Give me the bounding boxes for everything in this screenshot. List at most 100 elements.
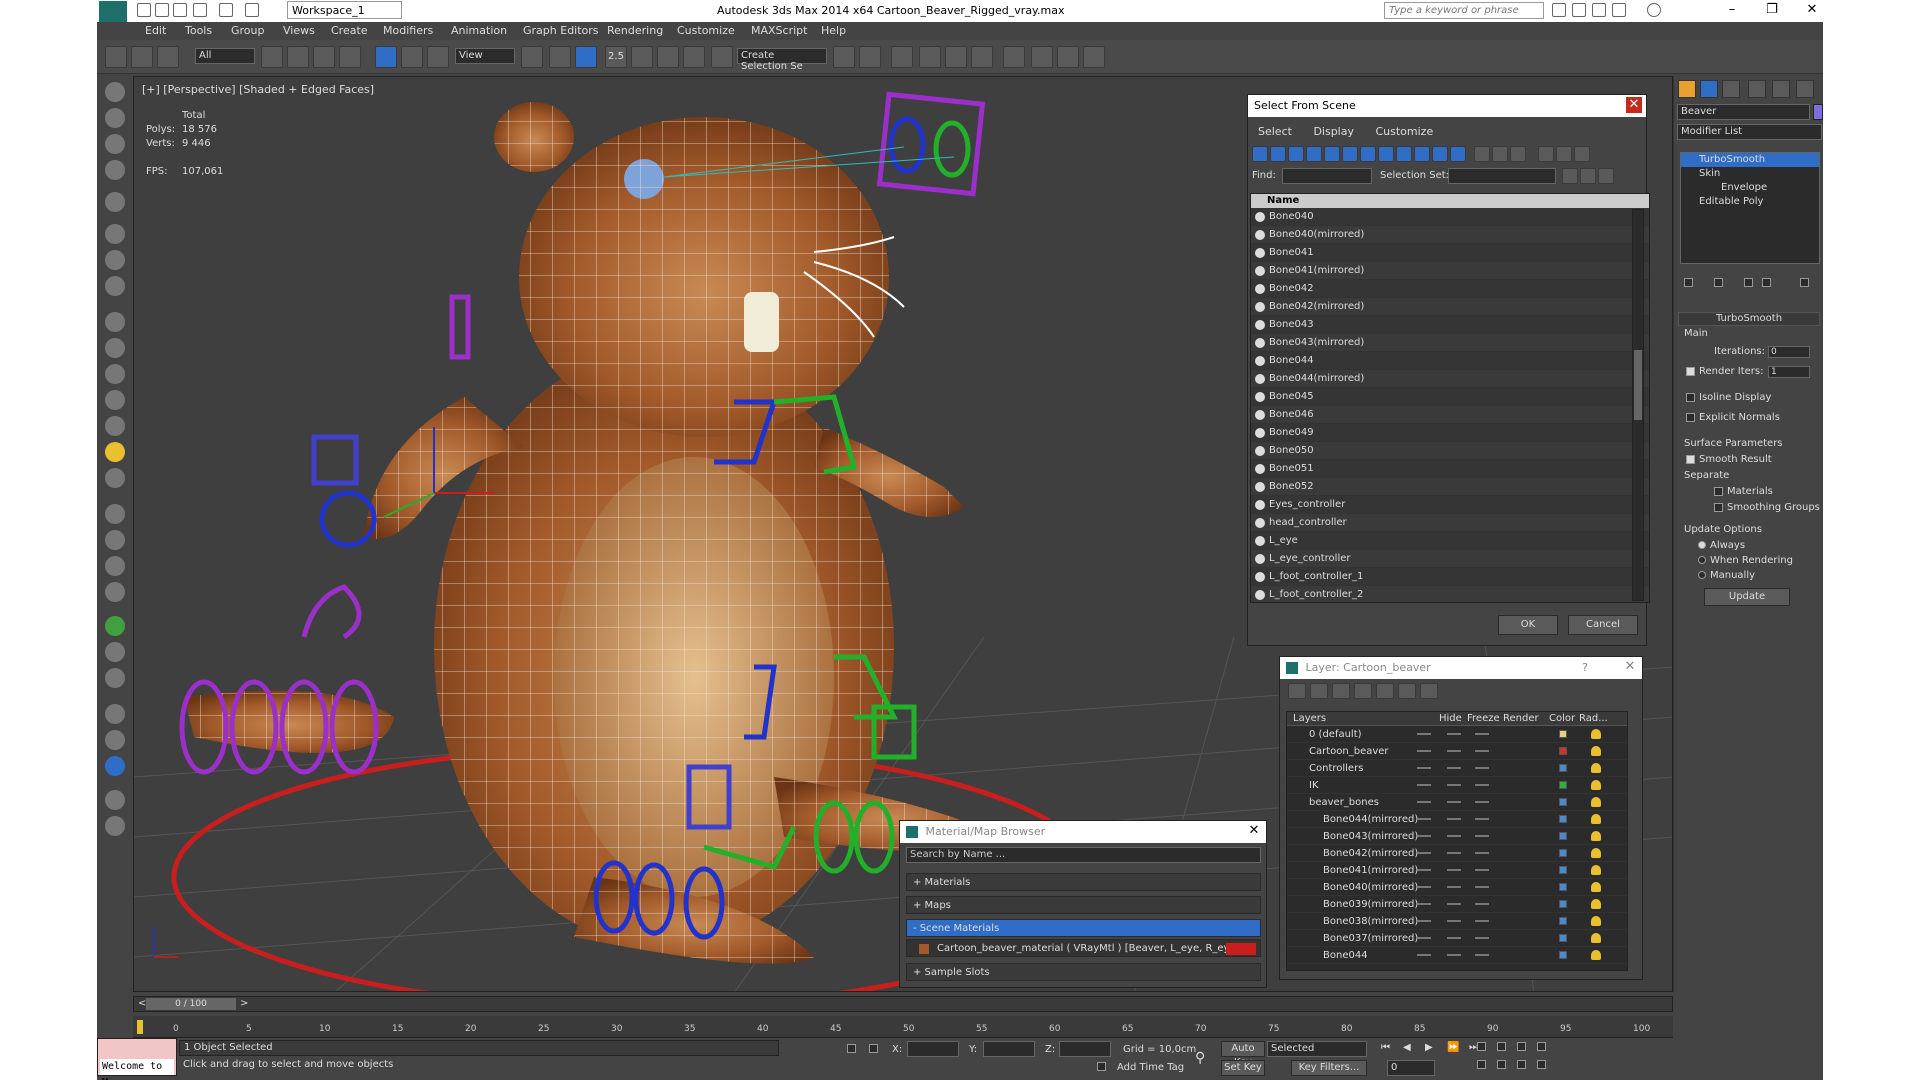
keyword-search-input[interactable]: Type a keyword or phrase xyxy=(1384,2,1544,19)
capsule-icon[interactable] xyxy=(105,530,125,550)
new-file-icon[interactable] xyxy=(137,3,151,17)
freeze-toggle[interactable] xyxy=(1447,937,1461,939)
motion-tab-icon[interactable] xyxy=(1748,80,1766,98)
scene-list-item[interactable]: L_eye_controller xyxy=(1251,550,1649,568)
x-coordinate-field[interactable] xyxy=(907,1041,959,1057)
hide-toggle[interactable] xyxy=(1417,784,1431,786)
pyramid-icon[interactable] xyxy=(105,556,125,576)
hide-toggle[interactable] xyxy=(1417,920,1431,922)
sun-icon[interactable] xyxy=(105,442,125,462)
freeze-toggle[interactable] xyxy=(1447,733,1461,735)
select-by-name-icon[interactable] xyxy=(287,46,309,68)
materials-group[interactable]: + Materials xyxy=(906,873,1261,891)
color-column[interactable]: Color xyxy=(1549,713,1575,724)
pan-view-icon[interactable] xyxy=(1497,1060,1506,1069)
spinner-snap-icon[interactable] xyxy=(683,46,705,68)
freeze-toggle[interactable] xyxy=(1447,750,1461,752)
field-of-view-icon[interactable] xyxy=(1477,1060,1486,1069)
zoom-icon[interactable] xyxy=(1477,1042,1486,1051)
select-layer-objects-icon[interactable] xyxy=(1354,683,1372,699)
sphere-light-icon[interactable] xyxy=(105,704,125,724)
redo-icon[interactable] xyxy=(219,3,233,17)
foliage-icon[interactable] xyxy=(105,616,125,636)
scene-list-item[interactable]: Bone052 xyxy=(1251,478,1649,496)
sfs-menu-select[interactable]: Select xyxy=(1258,125,1292,138)
render-setup-icon[interactable] xyxy=(1031,46,1053,68)
name-column-header[interactable]: Name xyxy=(1251,194,1649,208)
filter-hidden-icon[interactable] xyxy=(1450,146,1466,162)
selection-set-dropdown[interactable] xyxy=(1448,168,1556,184)
scene-list-item[interactable]: Bone040(mirrored) xyxy=(1251,226,1649,244)
zoom-all-icon[interactable] xyxy=(1497,1042,1506,1051)
hide-toggle[interactable] xyxy=(1417,886,1431,888)
maximize-viewport-icon[interactable] xyxy=(1537,1060,1546,1069)
scene-list-item[interactable]: L_eye xyxy=(1251,532,1649,550)
pin-stack-icon[interactable] xyxy=(1684,278,1693,287)
render-toggle[interactable] xyxy=(1475,784,1489,786)
add-to-layer-icon[interactable] xyxy=(1332,683,1350,699)
grid-icon[interactable] xyxy=(105,504,125,524)
radiosity-lamp-icon[interactable] xyxy=(1591,780,1601,790)
menu-modifiers[interactable]: Modifiers xyxy=(383,24,433,37)
invert-selection-icon[interactable] xyxy=(1510,146,1526,162)
render-toggle[interactable] xyxy=(1475,767,1489,769)
scene-list-item[interactable]: Bone044(mirrored) xyxy=(1251,370,1649,388)
rendered-frame-window-icon[interactable] xyxy=(1057,46,1079,68)
layer-color-swatch[interactable] xyxy=(1559,781,1567,789)
scene-list-scrollbar[interactable] xyxy=(1632,209,1644,601)
key-icon[interactable]: ⚲ xyxy=(1195,1050,1205,1066)
render-toggle[interactable] xyxy=(1475,801,1489,803)
torus-icon[interactable] xyxy=(105,390,125,410)
menu-maxscript[interactable]: MAXScript xyxy=(751,24,807,37)
filter-lights-icon[interactable] xyxy=(1288,146,1304,162)
hide-toggle[interactable] xyxy=(1417,801,1431,803)
menu-tools[interactable]: Tools xyxy=(185,24,212,37)
keyboard-shortcut-override-icon[interactable] xyxy=(575,46,597,68)
render-iters-spinner[interactable]: 1 xyxy=(1768,366,1810,378)
menu-graph-editors[interactable]: Graph Editors xyxy=(523,24,599,37)
menu-create[interactable]: Create xyxy=(331,24,368,37)
render-iters-checkbox[interactable] xyxy=(1686,366,1695,376)
menu-customize[interactable]: Customize xyxy=(677,24,735,37)
add-to-selection-set-icon[interactable] xyxy=(1580,168,1596,184)
configure-modifier-sets-icon[interactable] xyxy=(1800,278,1809,287)
light-icon[interactable] xyxy=(105,192,125,212)
render-icon[interactable] xyxy=(105,108,125,128)
auto-key-button[interactable]: Auto Key xyxy=(1221,1041,1265,1068)
filter-cameras-icon[interactable] xyxy=(1306,146,1322,162)
snap-toggle-icon[interactable]: 2.5 xyxy=(605,46,627,68)
render-toggle[interactable] xyxy=(1475,937,1489,939)
current-frame-field[interactable]: 0 xyxy=(1387,1060,1435,1076)
modifier-list-dropdown[interactable]: Modifier List xyxy=(1677,124,1822,140)
freeze-toggle[interactable] xyxy=(1447,801,1461,803)
scene-list-item[interactable]: Bone046 xyxy=(1251,406,1649,424)
material-browser-close-button[interactable]: ✕ xyxy=(1246,823,1262,839)
radiosity-lamp-icon[interactable] xyxy=(1591,814,1601,824)
scene-list-item[interactable]: head_controller xyxy=(1251,514,1649,532)
cancel-button[interactable]: Cancel xyxy=(1568,615,1638,635)
track-bar[interactable]: 0 5 10 15 20 25 30 35 40 45 50 55 60 65 70 75 80 85 90 95 10… xyxy=(133,1016,1673,1038)
hide-column[interactable]: Hide xyxy=(1439,713,1462,724)
layer-dialog-close-button[interactable]: ✕ xyxy=(1622,659,1638,675)
remove-from-selection-set-icon[interactable] xyxy=(1598,168,1614,184)
scene-list-scroll-thumb[interactable] xyxy=(1634,350,1642,420)
time-slider[interactable]: < 0 / 100 > xyxy=(133,996,1673,1012)
create-layer-icon[interactable] xyxy=(1288,683,1306,699)
update-button[interactable]: Update xyxy=(1704,588,1790,606)
scene-list-item[interactable]: Bone049 xyxy=(1251,424,1649,442)
scene-list-item[interactable]: Bone051 xyxy=(1251,460,1649,478)
select-all-icon[interactable] xyxy=(1474,146,1490,162)
turbosmooth-rollout-header[interactable]: TurboSmooth xyxy=(1678,312,1820,326)
hide-toggle[interactable] xyxy=(1417,869,1431,871)
scene-list-item[interactable]: L_foot_controller_1 xyxy=(1251,568,1649,586)
hide-toggle[interactable] xyxy=(1417,733,1431,735)
current-frame-marker[interactable] xyxy=(137,1020,143,1034)
schematic-view-icon[interactable] xyxy=(971,46,993,68)
render-toggle[interactable] xyxy=(1475,954,1489,956)
box-icon[interactable] xyxy=(105,312,125,332)
transform-icon[interactable] xyxy=(105,730,125,750)
render-toggle[interactable] xyxy=(1475,852,1489,854)
edit-named-selection-icon[interactable] xyxy=(711,46,733,68)
manually-radio[interactable] xyxy=(1698,571,1706,579)
freeze-toggle[interactable] xyxy=(1447,767,1461,769)
